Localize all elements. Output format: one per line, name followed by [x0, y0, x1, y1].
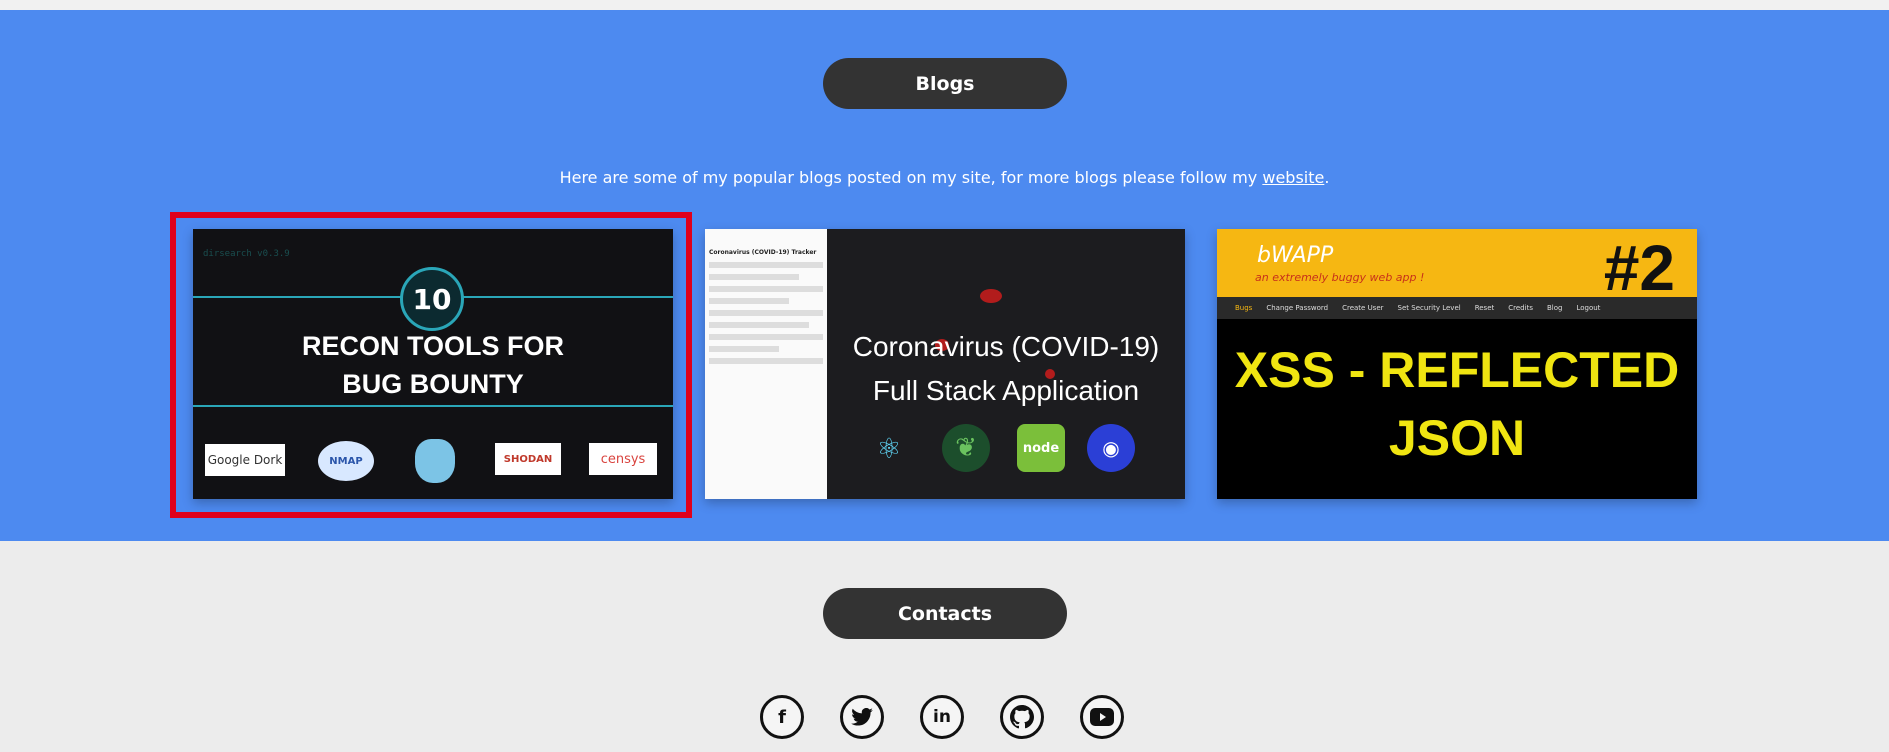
- react-icon: ⚛: [876, 431, 902, 465]
- website-link[interactable]: website: [1262, 168, 1324, 187]
- bwapp-tagline: an extremely buggy web app !: [1255, 271, 1425, 284]
- blog-card-covid[interactable]: Coronavirus (COVID-19) Tracker Coronavir…: [705, 229, 1185, 499]
- blog-card-recon-tools[interactable]: dirsearch v0.3.9 10 RECON TOOLS FOR BUG …: [193, 229, 673, 499]
- contacts-heading: Contacts: [823, 588, 1067, 639]
- tracker-panel: Coronavirus (COVID-19) Tracker: [705, 229, 827, 499]
- nmap-logo: NMAP: [318, 441, 374, 481]
- card-title-line2: Full Stack Application: [872, 375, 1140, 406]
- twitter-icon[interactable]: [840, 695, 884, 739]
- card-title-line1: XSS - REFLECTED: [1234, 342, 1680, 398]
- facebook-icon[interactable]: f: [760, 695, 804, 739]
- youtube-icon[interactable]: [1080, 695, 1124, 739]
- menu-item: Change Password: [1266, 304, 1329, 312]
- nodejs-icon: node: [1017, 424, 1065, 472]
- terminal-header: dirsearch v0.3.9: [203, 249, 290, 259]
- blogs-intro: Here are some of my popular blogs posted…: [0, 168, 1889, 187]
- divider-line: [193, 405, 673, 407]
- gopher-mascot-icon: [415, 439, 455, 483]
- card-title-line1: Coronavirus (COVID-19): [852, 331, 1160, 362]
- top-strip: [0, 0, 1889, 10]
- card-title-line2: JSON: [1388, 410, 1526, 466]
- shodan-logo: SHODAN: [495, 443, 561, 475]
- intro-text: Here are some of my popular blogs posted…: [559, 168, 1263, 187]
- card-title-line1: RECON TOOLS FOR: [301, 331, 564, 361]
- tracker-panel-title: Coronavirus (COVID-19) Tracker: [709, 249, 817, 256]
- github-icon[interactable]: [1000, 695, 1044, 739]
- menu-item: Reset: [1474, 304, 1495, 312]
- menu-item: Create User: [1342, 304, 1384, 312]
- blog-card-xss[interactable]: bWAPP an extremely buggy web app ! #2 Bu…: [1217, 229, 1697, 499]
- menu-item: Logout: [1576, 304, 1601, 312]
- blogs-heading: Blogs: [823, 58, 1067, 109]
- linkedin-icon[interactable]: in: [920, 695, 964, 739]
- menu-item: Set Security Level: [1397, 304, 1461, 312]
- bwapp-brand: bWAPP: [1257, 243, 1334, 268]
- menu-item: Blog: [1546, 304, 1563, 312]
- mongodb-icon: ❦: [942, 424, 990, 472]
- menu-item: Credits: [1508, 304, 1533, 312]
- google-dork-logo: Google Dork: [205, 444, 285, 476]
- card-title-line2: BUG BOUNTY: [342, 369, 524, 399]
- bwapp-menu: Bugs Change Password Create User Set Sec…: [1217, 297, 1697, 319]
- leaflet-icon: ◉: [1087, 424, 1135, 472]
- intro-end: .: [1324, 168, 1330, 187]
- part-number: #2: [1603, 232, 1675, 304]
- censys-logo: censys: [589, 443, 657, 475]
- number-badge: 10: [400, 267, 464, 331]
- menu-item: Bugs: [1235, 304, 1253, 312]
